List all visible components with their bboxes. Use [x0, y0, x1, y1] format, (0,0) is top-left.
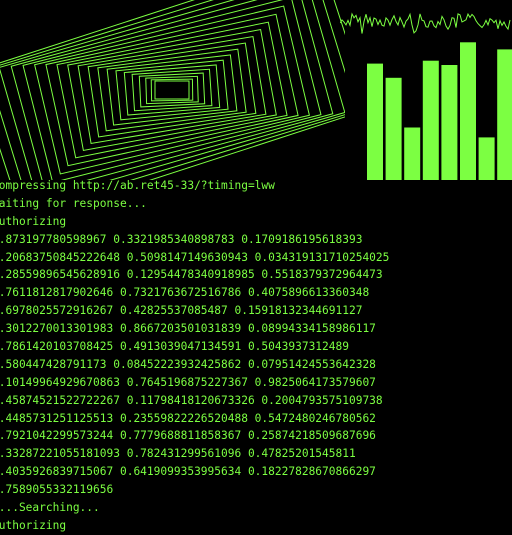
console-line: Compressing http://ab.ret45-33/?timing=l…: [0, 179, 275, 192]
console-line: 0.6978025572916267 0.42825537085487 0.15…: [0, 304, 363, 318]
console-output: Compressing http://ab.ret45-33/?timing=l…: [0, 177, 512, 535]
bar: [422, 60, 439, 180]
console-line: 0.580447428791173 0.08452223932425862 0.…: [0, 357, 376, 371]
bar: [497, 49, 512, 180]
console-line: 0.4035926839715067 0.6419099353995634 0.…: [0, 465, 376, 479]
vortex-ring: [150, 78, 194, 102]
waveform-line: [340, 12, 511, 34]
vortex-ring: [45, 13, 299, 167]
bar: [460, 42, 476, 180]
console-line: Authorizing: [0, 518, 67, 532]
console-line: 0.45874521522722267 0.11798418120673326 …: [0, 393, 383, 407]
bar: [441, 65, 458, 180]
vortex-ring: [131, 68, 213, 112]
console-line: waiting for response...: [0, 196, 147, 210]
bar: [478, 137, 495, 180]
console-line: 0.7589055332119656: [0, 483, 114, 497]
vortex-ring: [123, 64, 221, 116]
console-line: 0.7861420103708425 0.4913039047134591 0.…: [0, 340, 349, 354]
vortex-ring: [34, 5, 310, 175]
console-line: 0.7611812817902646 0.7321763672516786 0.…: [0, 286, 370, 300]
vortex-ring: [77, 35, 267, 145]
console-line: 0.20683750845222648 0.5098147149630943 0…: [0, 250, 390, 264]
console-line: 0.10149964929670863 0.7645196875227367 0…: [0, 375, 376, 389]
console-line: 0.3012270013301983 0.8667203501031839 0.…: [0, 322, 376, 336]
nested-rectangles-icon: [0, 0, 345, 180]
console-line: 0.7921042299573244 0.7779688811858367 0.…: [0, 429, 376, 443]
bar: [367, 63, 383, 180]
vortex-graphic: [0, 0, 345, 180]
console-line: Authorizing: [0, 214, 67, 228]
vortex-ring: [10, 0, 334, 180]
console-line: ....Searching...: [0, 501, 100, 515]
vortex-ring: [145, 75, 199, 105]
vortex-ring: [154, 80, 190, 100]
vortex-ring: [67, 28, 277, 152]
console-line: 0.873197780598967 0.3321985340898783 0.1…: [0, 232, 363, 246]
bar: [385, 77, 402, 180]
console-line: 0.33287221055181093 0.782431299561096 0.…: [0, 447, 356, 461]
vortex-ring: [22, 0, 322, 180]
waveform-graphic: [340, 12, 511, 34]
bar: [404, 127, 421, 180]
console-line: 0.28559896545628916 0.12954478340918985 …: [0, 268, 383, 282]
bar-chart-graphic: [367, 42, 512, 180]
console-line: 0.4485731251125513 0.23559822226520488 0…: [0, 411, 376, 425]
